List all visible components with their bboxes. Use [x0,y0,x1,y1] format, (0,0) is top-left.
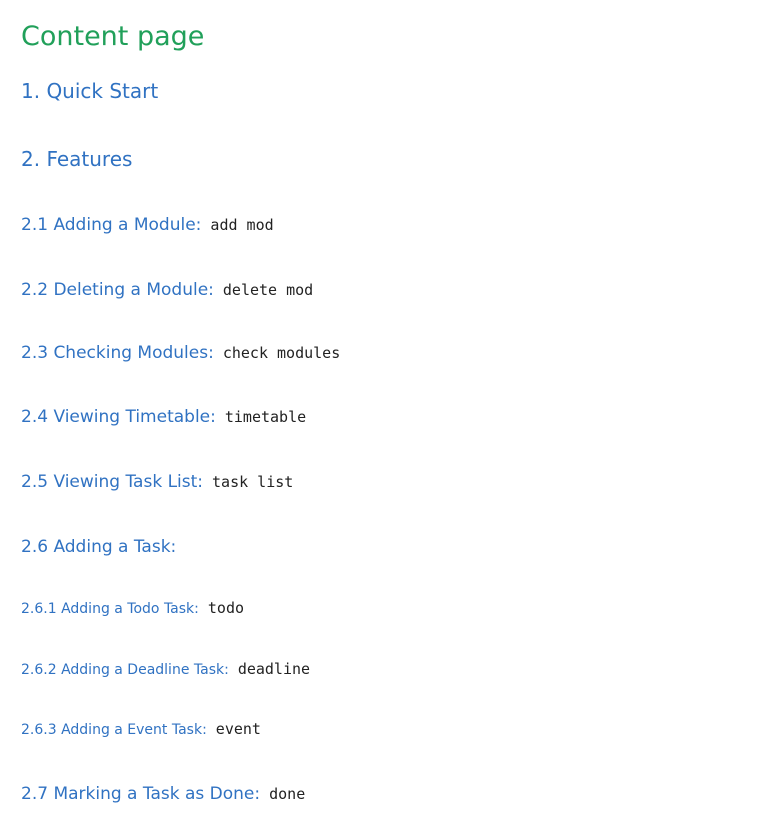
toc-item-adding-task: 2.6 Adding a Task: [21,537,176,557]
toc-link-marking-done[interactable]: 2.7 Marking a Task as Done: [21,784,260,804]
toc-link-quick-start[interactable]: 1. Quick Start [21,79,158,103]
command-code: timetable [224,408,307,426]
toc-link-adding-deadline-task[interactable]: 2.6.2 Adding a Deadline Task: [21,662,229,678]
toc-link-checking-modules[interactable]: 2.3 Checking Modules: [21,343,214,363]
command-code: add mod [210,216,274,234]
toc-link-adding-todo-task[interactable]: 2.6.1 Adding a Todo Task: [21,601,199,617]
toc-link-features[interactable]: 2. Features [21,147,132,171]
toc-item-adding-event-task: 2.6.3 Adding a Event Task: event [21,720,261,738]
command-code: todo [207,599,245,617]
toc-item-adding-module: 2.1 Adding a Module: add mod [21,215,274,235]
command-code: delete mod [222,281,314,299]
toc-item-marking-done: 2.7 Marking a Task as Done: done [21,784,305,804]
command-code: event [215,720,261,738]
toc-item-viewing-task-list: 2.5 Viewing Task List: task list [21,472,293,492]
toc-item-checking-modules: 2.3 Checking Modules: check modules [21,343,340,363]
toc-link-viewing-task-list[interactable]: 2.5 Viewing Task List: [21,472,203,492]
toc-item-features: 2. Features [21,147,132,171]
toc-link-deleting-module[interactable]: 2.2 Deleting a Module: [21,280,214,300]
toc-item-viewing-timetable: 2.4 Viewing Timetable: timetable [21,407,306,427]
toc-item-deleting-module: 2.2 Deleting a Module: delete mod [21,280,313,300]
toc-item-adding-todo-task: 2.6.1 Adding a Todo Task: todo [21,599,244,617]
command-code: task list [212,473,294,491]
content-page: Content page 1. Quick Start 2. Features … [0,0,761,838]
command-code: done [269,785,306,803]
toc-link-adding-module[interactable]: 2.1 Adding a Module: [21,215,201,235]
toc-item-adding-deadline-task: 2.6.2 Adding a Deadline Task: deadline [21,660,310,678]
page-title: Content page [21,21,205,53]
command-code: deadline [237,660,311,678]
toc-link-viewing-timetable[interactable]: 2.4 Viewing Timetable: [21,407,216,427]
toc-link-adding-event-task[interactable]: 2.6.3 Adding a Event Task: [21,722,207,738]
command-code: check modules [222,344,341,362]
toc-item-quick-start: 1. Quick Start [21,79,158,103]
toc-link-adding-task[interactable]: 2.6 Adding a Task: [21,537,176,557]
